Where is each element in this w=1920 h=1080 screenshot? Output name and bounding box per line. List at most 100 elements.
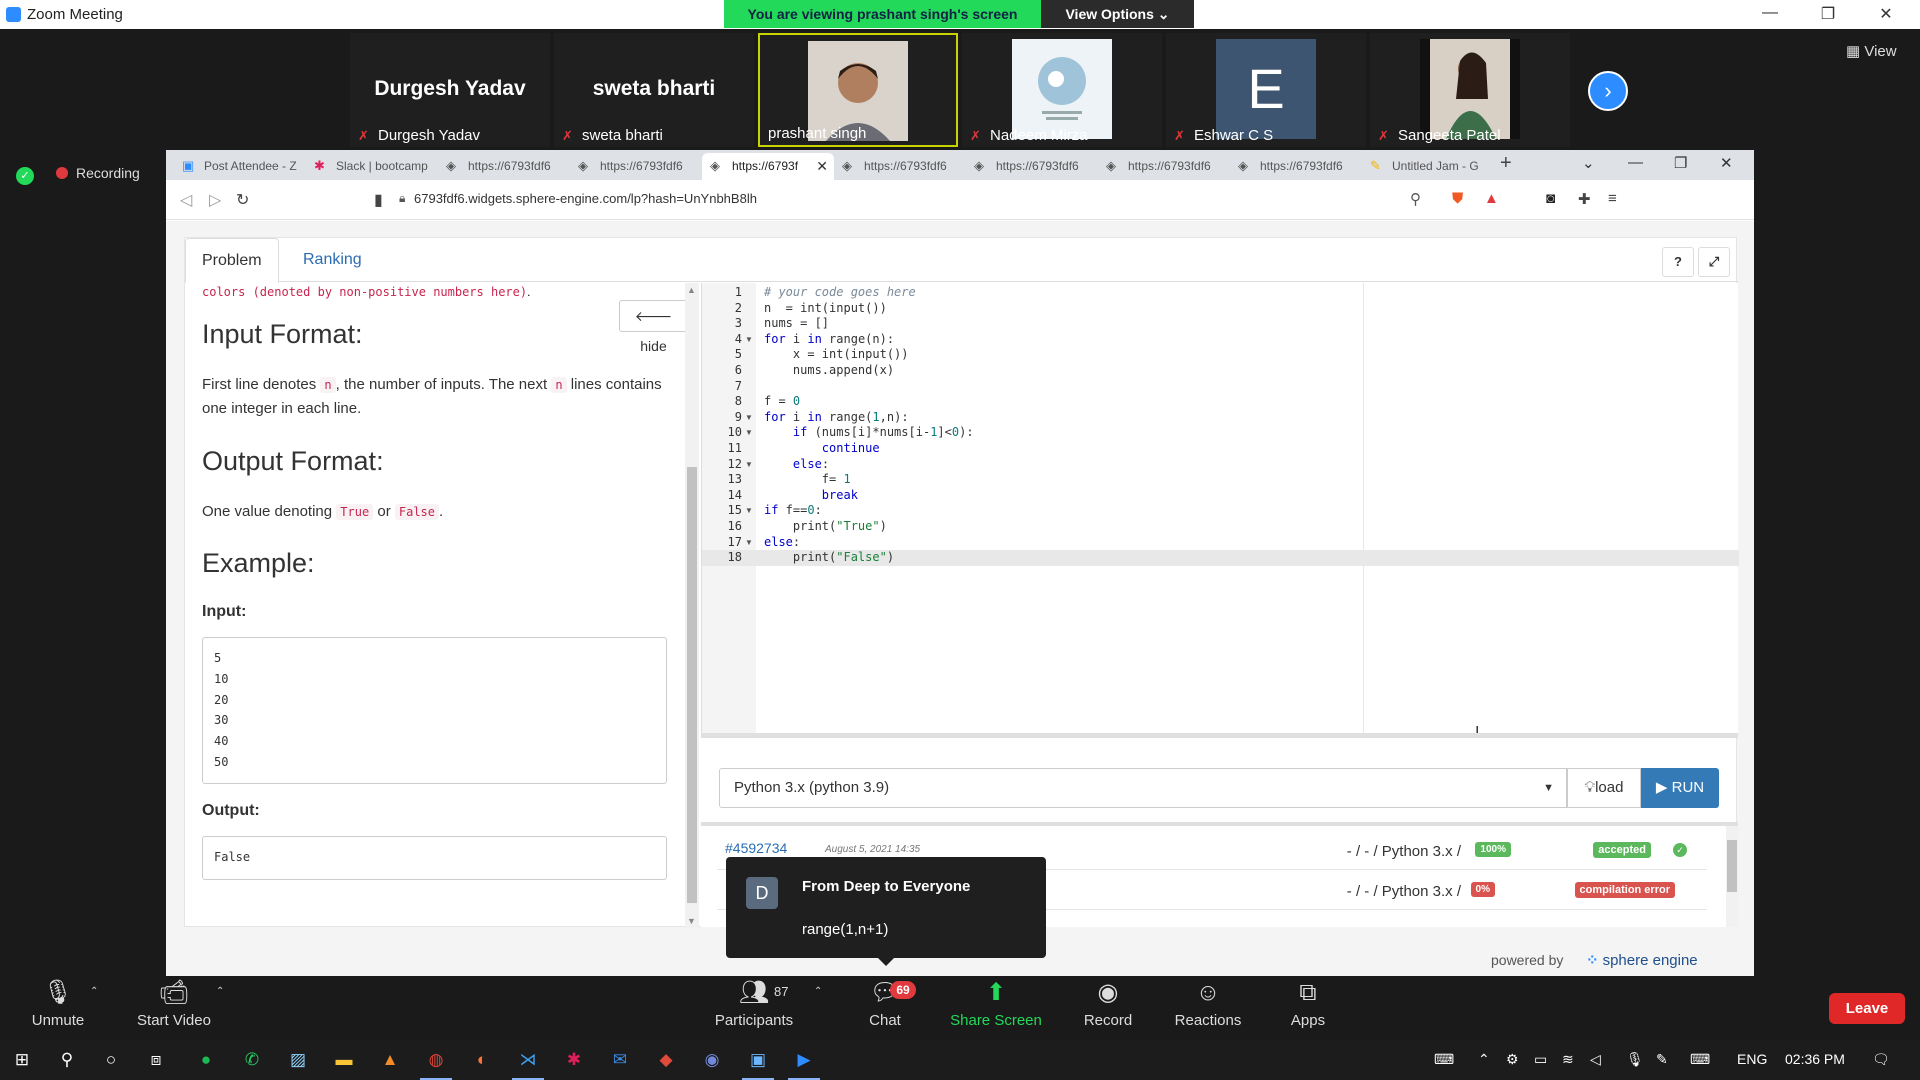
mail-icon[interactable]: ✉ bbox=[608, 1048, 632, 1072]
url-field[interactable]: 6793fdf6.widgets.sphere-engine.com/lp?ha… bbox=[414, 191, 757, 206]
language-indicator[interactable]: ENG bbox=[1737, 1051, 1767, 1067]
unmute-button[interactable]: 🎙︎ Unmute ⌃ bbox=[18, 976, 99, 1038]
tab-ranking[interactable]: Ranking bbox=[287, 238, 378, 283]
leave-button[interactable]: Leave bbox=[1829, 993, 1905, 1024]
tab-search-icon[interactable]: ⌄ bbox=[1582, 154, 1595, 172]
chat-notification[interactable]: D From Deep to Everyone range(1,n+1) bbox=[726, 857, 1046, 966]
windows-start-icon[interactable]: ⊞ bbox=[10, 1048, 34, 1072]
close-tab-icon[interactable]: ✕ bbox=[816, 153, 828, 179]
participant-tile[interactable]: sweta bharti ✗ sweta bharti bbox=[554, 33, 754, 147]
browser-tab[interactable]: ◈ https://6793fdf6 bbox=[1230, 153, 1362, 180]
browser-tab[interactable]: ◈ https://6793fdf6 bbox=[1098, 153, 1230, 180]
participant-tile[interactable]: Durgesh Yadav ✗ Durgesh Yadav bbox=[350, 33, 550, 147]
close-icon[interactable]: ✕ bbox=[1720, 154, 1733, 172]
fold-arrow-icon[interactable]: ▼ bbox=[745, 428, 753, 437]
discord-icon[interactable]: ◉ bbox=[700, 1048, 724, 1072]
extension-icon[interactable]: ◙ bbox=[1546, 190, 1555, 207]
chrome-icon[interactable]: ◍ bbox=[420, 1048, 452, 1080]
browser-tab-active[interactable]: ◈ https://6793f ✕ bbox=[702, 153, 834, 180]
close-icon[interactable]: ✕ bbox=[1866, 4, 1906, 24]
run-button[interactable]: ▶ RUN bbox=[1641, 768, 1719, 808]
record-button[interactable]: ◉ Record bbox=[1078, 976, 1138, 1038]
new-tab-icon[interactable]: + bbox=[1500, 152, 1512, 175]
caret-up-icon[interactable]: ⌃ bbox=[216, 986, 224, 997]
scroll-up-icon[interactable]: ▲ bbox=[687, 285, 696, 295]
spotify-icon[interactable]: ● bbox=[194, 1048, 218, 1072]
code-editor[interactable]: 1 # your code goes here 2 n = int(input()) 3… bbox=[701, 283, 1739, 733]
scroll-thumb[interactable] bbox=[1727, 840, 1737, 892]
participant-tile[interactable]: ✗ Nadeem Mirza bbox=[962, 33, 1162, 147]
screen-app-icon[interactable]: ▣ bbox=[742, 1048, 774, 1080]
bookmark-icon[interactable]: ▮ bbox=[374, 190, 383, 210]
app-icon[interactable]: ◆ bbox=[654, 1048, 678, 1072]
scroll-thumb[interactable] bbox=[687, 467, 697, 903]
fold-arrow-icon[interactable]: ▼ bbox=[745, 506, 753, 515]
participant-tile[interactable]: ✗ Sangeeta Patel bbox=[1370, 33, 1570, 147]
back-icon[interactable]: ◁ bbox=[180, 190, 192, 210]
participant-tile-active[interactable]: prashant singh bbox=[758, 33, 958, 147]
microphone-icon[interactable]: 🎙︎ bbox=[1626, 1051, 1644, 1068]
sphere-engine-logo[interactable]: ⁘ sphere engine bbox=[1586, 951, 1698, 969]
battery-icon[interactable]: ▭ bbox=[1534, 1051, 1547, 1068]
recording-indicator[interactable]: Recording bbox=[56, 165, 140, 181]
reactions-button[interactable]: ☺︎ Reactions bbox=[1170, 976, 1246, 1038]
browser-tab[interactable]: ▣ Post Attendee - Z bbox=[174, 153, 306, 180]
participants-button[interactable]: 👥︎ 87 Participants ⌃ bbox=[710, 976, 823, 1038]
view-button[interactable]: ▦ View bbox=[1846, 42, 1897, 60]
view-options-button[interactable]: View Options ⌄ bbox=[1041, 0, 1194, 28]
chevron-up-icon[interactable]: ⌃ bbox=[1478, 1051, 1490, 1068]
browser-tab[interactable]: ✱ Slack | bootcamp bbox=[306, 153, 438, 180]
restore-icon[interactable]: ❐ bbox=[1808, 4, 1848, 24]
clock[interactable]: 02:36 PM bbox=[1785, 1051, 1845, 1067]
file-explorer-icon[interactable]: ▬ bbox=[332, 1048, 356, 1072]
browser-tab[interactable]: ◈ https://6793fdf6 bbox=[834, 153, 966, 180]
pen-icon[interactable]: ✎ bbox=[1656, 1051, 1668, 1068]
fold-arrow-icon[interactable]: ▼ bbox=[745, 460, 753, 469]
browser-tab[interactable]: ◈ https://6793fdf6 bbox=[570, 153, 702, 180]
description-scrollbar[interactable]: ▲ ▼ bbox=[685, 283, 699, 928]
browser-tab[interactable]: ◈ https://6793fdf6 bbox=[966, 153, 1098, 180]
zoom-magnifier-icon[interactable]: ⚲ bbox=[1410, 190, 1421, 208]
share-screen-button[interactable]: ⬆︎ Share Screen bbox=[946, 976, 1046, 1038]
load-button[interactable]: 💡︎load bbox=[1567, 768, 1641, 808]
whatsapp-icon[interactable]: ✆ bbox=[240, 1048, 264, 1072]
brave-shield-icon[interactable]: ⛊ bbox=[1452, 190, 1463, 207]
wifi-icon[interactable]: ≋ bbox=[1562, 1051, 1574, 1068]
participant-tile[interactable]: E ✗ Eshwar C S bbox=[1166, 33, 1366, 147]
encryption-shield-icon[interactable]: ✓ bbox=[16, 167, 34, 185]
keyboard-icon[interactable]: ⌨ bbox=[1434, 1051, 1454, 1068]
zoom-taskbar-icon[interactable]: ▶ bbox=[788, 1048, 820, 1080]
browser-icon[interactable]: ◐ bbox=[470, 1048, 494, 1072]
puzzle-icon[interactable]: ✚ bbox=[1578, 190, 1591, 208]
help-button[interactable]: ? bbox=[1662, 247, 1694, 277]
browser-tab[interactable]: ✎ Untitled Jam - G bbox=[1362, 153, 1494, 180]
tab-problem[interactable]: Problem bbox=[185, 238, 279, 283]
editor-divider[interactable] bbox=[701, 733, 1738, 738]
next-page-button[interactable]: › bbox=[1588, 71, 1628, 111]
task-view-icon[interactable]: ⧈ bbox=[144, 1048, 168, 1072]
brave-rewards-icon[interactable]: ▲ bbox=[1484, 190, 1499, 207]
network-icon[interactable]: ⚙ bbox=[1506, 1051, 1519, 1068]
restore-icon[interactable]: ❐ bbox=[1674, 154, 1687, 172]
search-icon[interactable]: ⚲ bbox=[55, 1048, 79, 1072]
scroll-down-icon[interactable]: ▼ bbox=[687, 916, 696, 926]
apps-button[interactable]: ⧉ Apps bbox=[1280, 976, 1336, 1038]
forward-icon[interactable]: ▷ bbox=[209, 190, 221, 210]
notifications-icon[interactable]: 🗨︎ bbox=[1872, 1051, 1890, 1068]
volume-icon[interactable]: ◁ bbox=[1590, 1051, 1601, 1068]
hide-button[interactable]: 🡐︎ hide bbox=[619, 300, 685, 354]
fold-arrow-icon[interactable]: ▼ bbox=[745, 538, 753, 547]
start-video-button[interactable]: 📹︎ Start Video ⌃ bbox=[130, 976, 224, 1038]
fullscreen-button[interactable]: ⤢ bbox=[1698, 247, 1730, 277]
photos-icon[interactable]: ▨ bbox=[286, 1048, 310, 1072]
submission-id[interactable]: #4592734 bbox=[725, 840, 787, 856]
fold-arrow-icon[interactable]: ▼ bbox=[745, 413, 753, 422]
submissions-scrollbar[interactable] bbox=[1726, 826, 1738, 927]
language-select[interactable]: Python 3.x (python 3.9) ▼ bbox=[719, 768, 1567, 808]
cortana-icon[interactable]: ○ bbox=[99, 1048, 123, 1072]
minimize-icon[interactable]: — bbox=[1750, 4, 1790, 22]
reload-icon[interactable]: ↻ bbox=[236, 190, 249, 210]
caret-up-icon[interactable]: ⌃ bbox=[90, 986, 98, 997]
caret-up-icon[interactable]: ⌃ bbox=[814, 986, 822, 997]
minimize-icon[interactable]: — bbox=[1628, 154, 1643, 171]
